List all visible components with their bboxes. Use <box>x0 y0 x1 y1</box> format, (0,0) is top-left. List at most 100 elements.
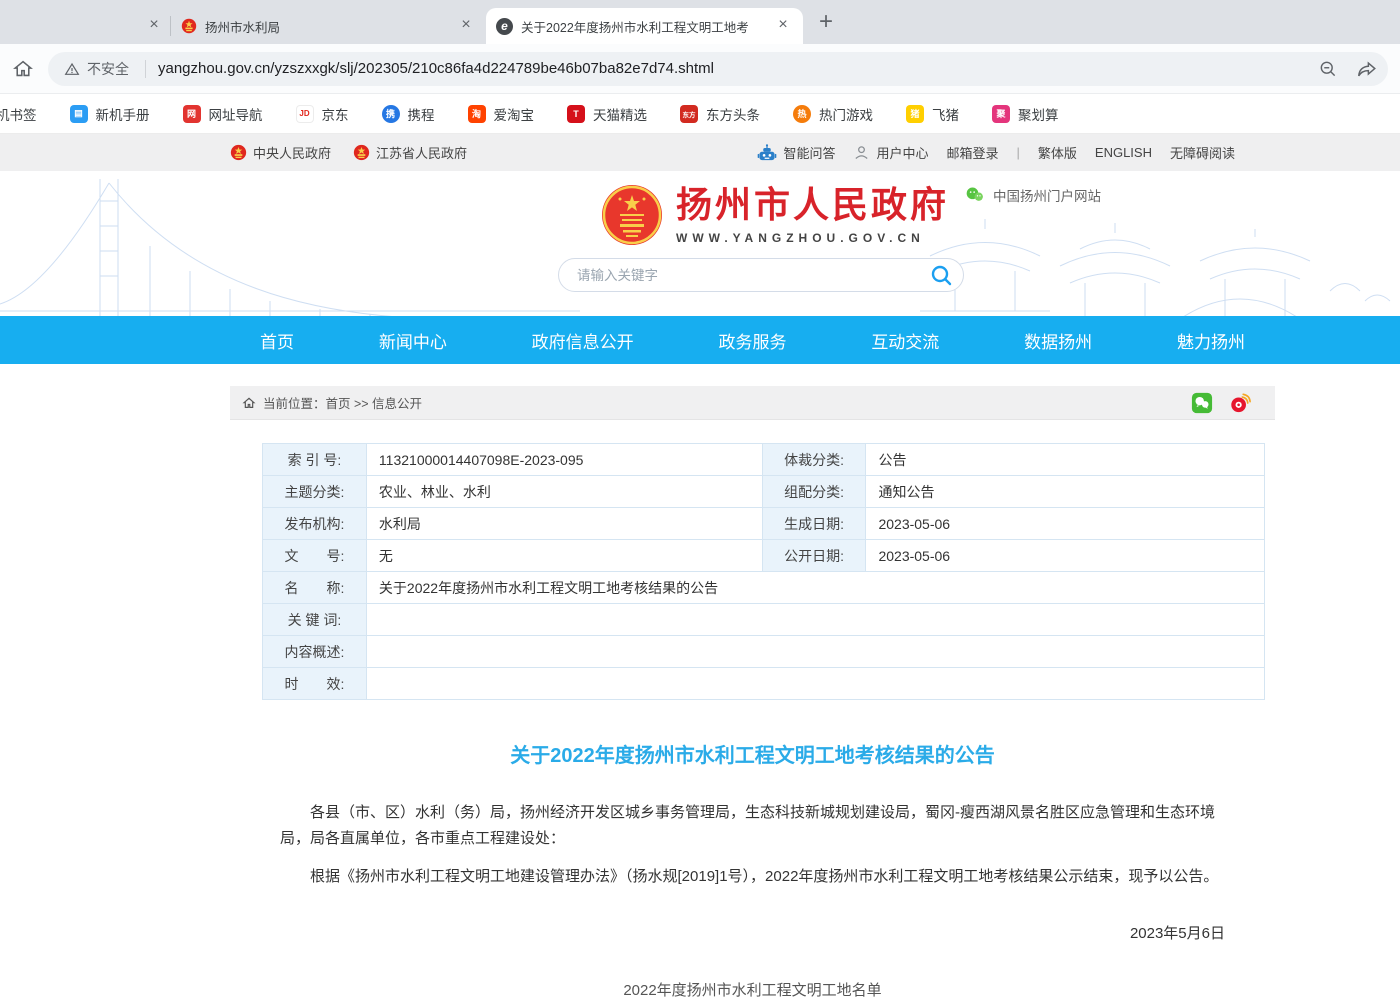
warning-icon <box>64 61 80 77</box>
search-icon[interactable] <box>929 263 953 287</box>
article: 关于2022年度扬州市水利工程文明工地考核结果的公告 各县（市、区）水利（务）局… <box>230 739 1275 1000</box>
link-english[interactable]: ENGLISH <box>1095 145 1152 160</box>
link-label: 无障碍阅读 <box>1170 143 1235 162</box>
link-user-center[interactable]: 用户中心 <box>853 143 928 162</box>
robot-icon <box>757 143 777 163</box>
nav-item-services[interactable]: 政务服务 <box>718 328 786 353</box>
meta-label: 名 称: <box>263 572 367 604</box>
tab-close-icon[interactable]: × <box>773 16 793 36</box>
wechat-share-icon[interactable] <box>1191 392 1213 414</box>
browser-toolbar: 不安全 yangzhou.gov.cn/yzszxxgk/slj/202305/… <box>0 44 1400 94</box>
bookmark-label: 聚划算 <box>1018 104 1059 124</box>
share-icon[interactable] <box>1356 58 1378 80</box>
link-smart-qa[interactable]: 智能问答 <box>757 143 835 163</box>
bookmark-icon: T <box>567 105 585 123</box>
address-bar[interactable]: 不安全 yangzhou.gov.cn/yzszxxgk/slj/202305/… <box>48 52 1388 86</box>
meta-value: 无 <box>366 540 762 572</box>
bookmark-icon: 聚 <box>992 105 1010 123</box>
tab-title: 关于2022年度扬州市水利工程文明工地考 <box>521 17 765 36</box>
site-logo: 扬州市人民政府 WWW.YANGZHOU.GOV.CN <box>600 183 949 247</box>
link-traditional-chinese[interactable]: 繁体版 <box>1038 143 1077 162</box>
search-bar[interactable] <box>558 258 964 292</box>
bookmark-icon: JD <box>296 105 314 123</box>
meta-value <box>366 604 1264 636</box>
bookmark-item[interactable]: 东方 东方头条 <box>680 104 760 124</box>
meta-label: 公开日期: <box>762 540 866 572</box>
zoom-out-icon[interactable] <box>1318 59 1338 79</box>
article-date: 2023年5月6日 <box>230 922 1275 943</box>
bookmark-item[interactable]: ▤ 新机手册 <box>70 104 150 124</box>
meta-label: 生成日期: <box>762 508 866 540</box>
meta-value: 通知公告 <box>866 476 1265 508</box>
bookmark-icon: 东方 <box>680 105 698 123</box>
link-label: 用户中心 <box>876 143 928 162</box>
main-nav: 首页 新闻中心 政府信息公开 政务服务 互动交流 数据扬州 魅力扬州 <box>0 316 1400 364</box>
table-row: 时 效: <box>263 668 1265 700</box>
weibo-share-icon[interactable] <box>1229 392 1251 414</box>
bookmark-label: 天猫精选 <box>593 104 647 124</box>
home-small-icon[interactable] <box>242 396 256 410</box>
bookmark-item[interactable]: JD 京东 <box>296 104 349 124</box>
table-row: 名 称: 关于2022年度扬州市水利工程文明工地考核结果的公告 <box>263 572 1265 604</box>
link-accessibility[interactable]: 无障碍阅读 <box>1170 143 1235 162</box>
table-row: 文 号: 无 公开日期: 2023-05-06 <box>263 540 1265 572</box>
tab-close-icon[interactable]: × <box>456 16 476 36</box>
bookmark-item[interactable]: 携 携程 <box>382 104 435 124</box>
table-row: 发布机构: 水利局 生成日期: 2023-05-06 <box>263 508 1265 540</box>
new-tab-button[interactable]: + <box>819 8 833 36</box>
tab-active-announcement[interactable]: e 关于2022年度扬州市水利工程文明工地考 × <box>486 8 803 44</box>
meta-label: 组配分类: <box>762 476 866 508</box>
wechat-icon <box>965 185 985 205</box>
tab-title: 扬州市水利局 <box>205 17 448 36</box>
meta-label: 文 号: <box>263 540 367 572</box>
tab-yangzhou-water-bureau[interactable]: 扬州市水利局 × <box>171 8 486 44</box>
bookmark-label: 携程 <box>408 104 435 124</box>
link-jiangsu-government[interactable]: 江苏省人民政府 <box>353 143 467 162</box>
bookmark-item[interactable]: 猪 飞猪 <box>906 104 959 124</box>
site-favicon: e <box>496 18 513 35</box>
bookmark-item[interactable]: 机书签 <box>0 104 37 124</box>
tab-partial[interactable]: × <box>0 8 170 44</box>
bookmark-item[interactable]: 网 网址导航 <box>183 104 263 124</box>
divider: | <box>1017 145 1020 160</box>
bookmark-icon: 猪 <box>906 105 924 123</box>
url-text: yangzhou.gov.cn/yzszxxgk/slj/202305/210c… <box>158 60 714 77</box>
nav-item-home[interactable]: 首页 <box>260 328 294 353</box>
document-meta-table: 索 引 号: 11321000014407098E-2023-095 体裁分类:… <box>262 443 1265 700</box>
article-title: 关于2022年度扬州市水利工程文明工地考核结果的公告 <box>230 739 1275 768</box>
bookmark-item[interactable]: 聚 聚划算 <box>992 104 1059 124</box>
article-paragraph: 各县（市、区）水利（务）局，扬州经济开发区城乡事务管理局，生态科技新城规划建设局… <box>280 800 1225 852</box>
table-row: 索 引 号: 11321000014407098E-2023-095 体裁分类:… <box>263 444 1265 476</box>
breadcrumb: 当前位置：首页 >> 信息公开 <box>230 386 1275 420</box>
search-input[interactable] <box>575 267 929 284</box>
bookmarks-bar: 机书签 ▤ 新机手册 网 网址导航 JD 京东 携 携程 淘 爱淘宝 T 天猫精… <box>0 94 1400 134</box>
nav-item-news[interactable]: 新闻中心 <box>379 328 447 353</box>
nav-item-charm[interactable]: 魅力扬州 <box>1177 328 1245 353</box>
table-row: 关 键 词: <box>263 604 1265 636</box>
bookmark-item[interactable]: 淘 爱淘宝 <box>468 104 535 124</box>
table-row: 内容概述: <box>263 636 1265 668</box>
gov-emblem-icon <box>230 144 247 161</box>
security-label[interactable]: 不安全 <box>87 59 129 79</box>
link-label: 江苏省人民政府 <box>376 143 467 162</box>
link-mail-login[interactable]: 邮箱登录 <box>946 143 998 162</box>
nav-item-info-disclosure[interactable]: 政府信息公开 <box>532 328 634 353</box>
gov-emblem-favicon <box>181 18 197 34</box>
bookmark-item[interactable]: 热 热门游戏 <box>793 104 873 124</box>
meta-value: 11321000014407098E-2023-095 <box>366 444 762 476</box>
nav-item-data[interactable]: 数据扬州 <box>1024 328 1092 353</box>
bookmark-item[interactable]: T 天猫精选 <box>567 104 647 124</box>
meta-label: 发布机构: <box>263 508 367 540</box>
link-central-government[interactable]: 中央人民政府 <box>230 143 331 162</box>
meta-label: 主题分类: <box>263 476 367 508</box>
meta-value: 水利局 <box>366 508 762 540</box>
nav-item-interaction[interactable]: 互动交流 <box>871 328 939 353</box>
site-domain: WWW.YANGZHOU.GOV.CN <box>676 231 949 245</box>
portal-link[interactable]: 中国扬州门户网站 <box>965 185 1101 205</box>
bookmark-icon: 淘 <box>468 105 486 123</box>
meta-label: 内容概述: <box>263 636 367 668</box>
home-icon[interactable] <box>12 58 34 80</box>
portal-label: 中国扬州门户网站 <box>993 185 1101 205</box>
tab-close-icon[interactable]: × <box>144 16 164 36</box>
bookmark-label: 东方头条 <box>706 104 760 124</box>
